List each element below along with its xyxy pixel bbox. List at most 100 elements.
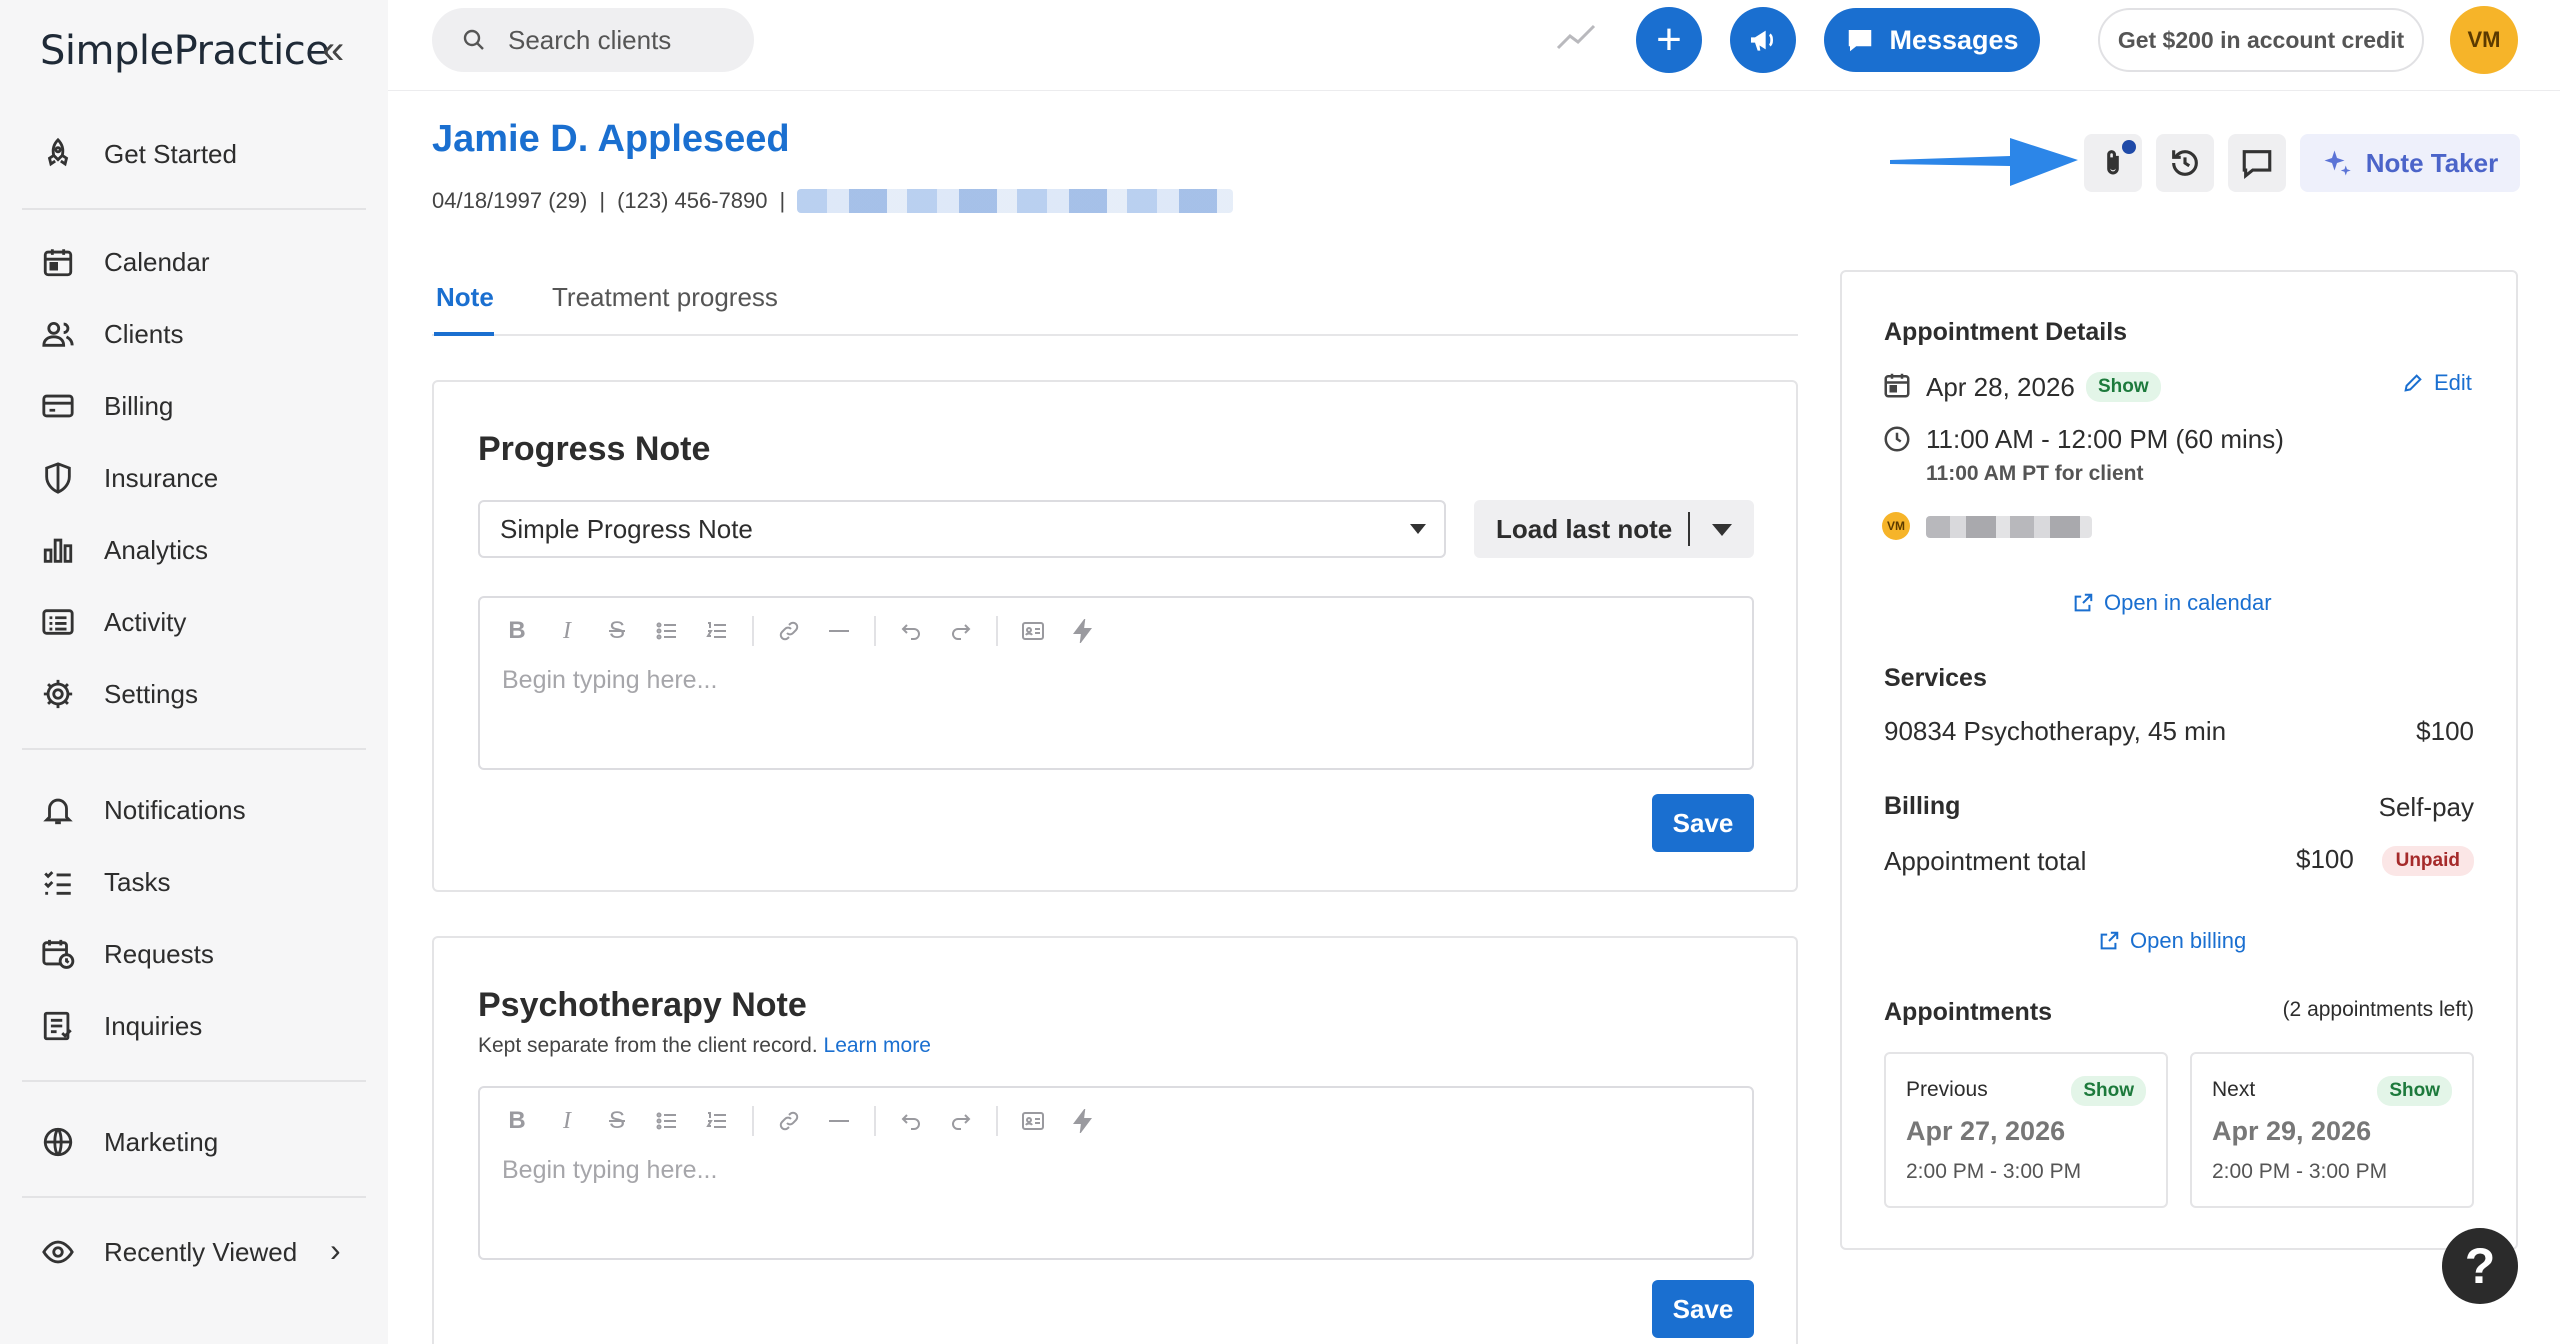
psychotherapy-note-subtitle: Kept separate from the client record. Le…	[478, 1034, 931, 1058]
lightning-icon[interactable]	[1068, 1106, 1098, 1136]
learn-more-link[interactable]: Learn more	[824, 1034, 931, 1057]
strikethrough-icon[interactable]: S	[602, 1106, 632, 1136]
numbered-list-icon[interactable]	[702, 616, 732, 646]
messages-button[interactable]: Messages	[1824, 8, 2040, 72]
sidebar-item-label: Requests	[104, 938, 214, 969]
editor-toolbar: B I S	[502, 1106, 1118, 1136]
undo-icon[interactable]	[896, 1106, 926, 1136]
redacted-email	[797, 189, 1234, 213]
sidebar-item-recently-viewed[interactable]: Recently Viewed	[40, 1222, 297, 1282]
sidebar: SimplePractice « Get Started Calendar Cl…	[0, 0, 388, 1344]
sidebar-item-label: Notifications	[104, 794, 246, 825]
sidebar-item-analytics[interactable]: Analytics	[40, 520, 208, 580]
attachments-button[interactable]	[2084, 134, 2142, 192]
announcements-button[interactable]	[1730, 7, 1796, 73]
sidebar-item-marketing[interactable]: Marketing	[40, 1112, 218, 1172]
previous-time: 2:00 PM - 3:00 PM	[1906, 1160, 2082, 1183]
edit-appointment-link[interactable]: Edit	[2402, 370, 2472, 396]
sidebar-item-inquiries[interactable]: Inquiries	[40, 996, 202, 1056]
open-billing-link[interactable]: Open billing	[2098, 928, 2246, 954]
sidebar-item-notifications[interactable]: Notifications	[40, 780, 246, 840]
user-avatar[interactable]: VM	[2450, 6, 2518, 74]
sidebar-item-label: Insurance	[104, 462, 219, 493]
sidebar-item-activity[interactable]: Activity	[40, 592, 186, 652]
appointment-total-label: Appointment total	[1884, 846, 2087, 876]
subtitle-text: Kept separate from the client record.	[478, 1034, 818, 1057]
payment-status-badge: Unpaid	[2381, 846, 2474, 876]
tab-treatment-progress[interactable]: Treatment progress	[552, 282, 778, 313]
messages-label: Messages	[1889, 24, 2019, 55]
account-credit-button[interactable]: Get $200 in account credit	[2098, 8, 2424, 72]
comments-button[interactable]	[2228, 134, 2286, 192]
client-name[interactable]: Jamie D. Appleseed	[432, 118, 790, 161]
sidebar-item-insurance[interactable]: Insurance	[40, 448, 218, 508]
psychotherapy-note-card: Psychotherapy Note Kept separate from th…	[432, 936, 1798, 1344]
app-logo[interactable]: SimplePractice	[40, 28, 330, 74]
undo-icon[interactable]	[896, 616, 926, 646]
sidebar-item-tasks[interactable]: Tasks	[40, 852, 170, 912]
italic-icon[interactable]: I	[552, 616, 582, 646]
insert-card-icon[interactable]	[1018, 616, 1048, 646]
shield-icon	[40, 460, 76, 496]
bullet-list-icon[interactable]	[652, 616, 682, 646]
link-icon[interactable]	[774, 616, 804, 646]
trend-icon[interactable]	[1556, 22, 1596, 52]
progress-note-editor[interactable]: B I S Begin typing here...	[478, 596, 1754, 770]
history-button[interactable]	[2156, 134, 2214, 192]
next-appointment-card[interactable]: Next Show Apr 29, 2026 2:00 PM - 3:00 PM	[2190, 1052, 2474, 1208]
numbered-list-icon[interactable]	[702, 1106, 732, 1136]
help-button[interactable]: ?	[2442, 1228, 2518, 1304]
collapse-sidebar-button[interactable]: «	[322, 30, 344, 70]
save-psychotherapy-note-button[interactable]: Save	[1652, 1280, 1754, 1338]
horizontal-rule-icon[interactable]	[824, 616, 854, 646]
bold-icon[interactable]: B	[502, 1106, 532, 1136]
save-progress-note-button[interactable]: Save	[1652, 794, 1754, 852]
bar-chart-icon	[40, 532, 76, 568]
sidebar-item-clients[interactable]: Clients	[40, 304, 183, 364]
toolbar-separator	[996, 1106, 998, 1136]
open-in-calendar-link[interactable]: Open in calendar	[2072, 590, 2272, 616]
load-last-note-button[interactable]: Load last note	[1474, 500, 1754, 558]
service-item: 90834 Psychotherapy, 45 min	[1884, 716, 2227, 746]
client-timezone: 11:00 AM PT for client	[1926, 462, 2144, 485]
active-tab-indicator	[434, 332, 494, 336]
redacted-clinician-name	[1926, 516, 2092, 538]
sidebar-item-requests[interactable]: Requests	[40, 924, 214, 984]
link-icon[interactable]	[774, 1106, 804, 1136]
strikethrough-icon[interactable]: S	[602, 616, 632, 646]
meta-separator: |	[779, 188, 786, 213]
bold-icon[interactable]: B	[502, 616, 532, 646]
sidebar-divider	[22, 748, 366, 750]
chevron-right-icon[interactable]: ›	[330, 1232, 341, 1269]
sidebar-item-calendar[interactable]: Calendar	[40, 232, 210, 292]
list-icon	[40, 604, 76, 640]
sidebar-item-get-started[interactable]: Get Started	[40, 124, 237, 184]
insert-card-icon[interactable]	[1018, 1106, 1048, 1136]
lightning-icon[interactable]	[1068, 616, 1098, 646]
caret-down-icon[interactable]	[1712, 524, 1732, 536]
editor-placeholder: Begin typing here...	[502, 1156, 718, 1184]
sidebar-item-label: Analytics	[104, 534, 209, 565]
note-template-select[interactable]: Simple Progress Note	[478, 500, 1446, 558]
button-separator	[1688, 512, 1690, 546]
italic-icon[interactable]: I	[552, 1106, 582, 1136]
redo-icon[interactable]	[946, 1106, 976, 1136]
eye-icon	[40, 1234, 76, 1270]
horizontal-rule-icon[interactable]	[824, 1106, 854, 1136]
search-icon	[463, 29, 484, 50]
add-button[interactable]: +	[1636, 7, 1702, 73]
psychotherapy-note-editor[interactable]: B I S Begin typing here...	[478, 1086, 1754, 1260]
sidebar-item-settings[interactable]: Settings	[40, 664, 198, 724]
tab-note[interactable]: Note	[436, 282, 494, 313]
bullet-list-icon[interactable]	[652, 1106, 682, 1136]
sidebar-item-billing[interactable]: Billing	[40, 376, 173, 436]
appointment-total-value: $100	[2296, 844, 2354, 874]
note-taker-button[interactable]: Note Taker	[2300, 134, 2520, 192]
appointments-heading: Appointments	[1884, 998, 2053, 1026]
previous-appointment-card[interactable]: Previous Show Apr 27, 2026 2:00 PM - 3:0…	[1884, 1052, 2168, 1208]
search-input[interactable]: Search clients	[432, 8, 754, 72]
sidebar-item-label: Calendar	[104, 246, 210, 277]
meta-separator: |	[599, 188, 606, 213]
rocket-icon	[40, 136, 76, 172]
redo-icon[interactable]	[946, 616, 976, 646]
